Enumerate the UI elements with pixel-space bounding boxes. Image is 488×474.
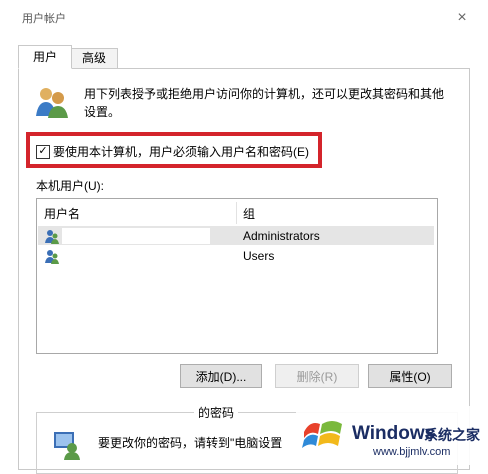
column-header-username[interactable]: 用户名	[44, 205, 80, 222]
remove-button[interactable]: 删除(R)	[275, 364, 359, 388]
column-divider[interactable]	[236, 202, 237, 224]
table-cell-group: Administrators	[243, 229, 320, 243]
window-title: 用户帐户	[22, 13, 66, 25]
username-redacted	[62, 228, 210, 244]
watermark-url: www.bjjmlv.com	[373, 446, 451, 458]
tab-advanced[interactable]: 高级	[70, 48, 118, 69]
local-users-label: 本机用户(U):	[36, 179, 104, 193]
close-icon[interactable]: ×	[452, 8, 472, 28]
title-bar	[0, 0, 488, 36]
require-password-label[interactable]: 要使用本计算机，用户必须输入用户名和密码(E)	[53, 143, 309, 160]
watermark-site-name: 系统之家	[424, 427, 480, 443]
require-password-checkbox[interactable]: ✓	[36, 145, 50, 159]
users-list[interactable]	[36, 198, 438, 354]
user-icon	[45, 250, 59, 264]
user-icon	[45, 230, 59, 244]
column-header-group[interactable]: 组	[243, 205, 255, 222]
add-button[interactable]: 添加(D)...	[180, 364, 262, 388]
tab-users[interactable]: 用户	[18, 45, 72, 69]
username-redacted	[62, 248, 122, 264]
description-text: 用下列表授予或拒绝用户访问你的计算机，还可以更改其密码和其他设置。	[84, 87, 445, 119]
password-group-title: 的密码	[194, 404, 239, 421]
windows-logo-icon	[302, 421, 342, 448]
properties-button[interactable]: 属性(O)	[368, 364, 452, 388]
password-instruction: 要更改你的密码，请转到"电脑设置	[98, 436, 283, 450]
users-icon	[36, 88, 68, 118]
user-key-icon	[54, 432, 80, 460]
table-cell-group: Users	[243, 249, 275, 263]
watermark-brand: Windows	[352, 423, 436, 444]
